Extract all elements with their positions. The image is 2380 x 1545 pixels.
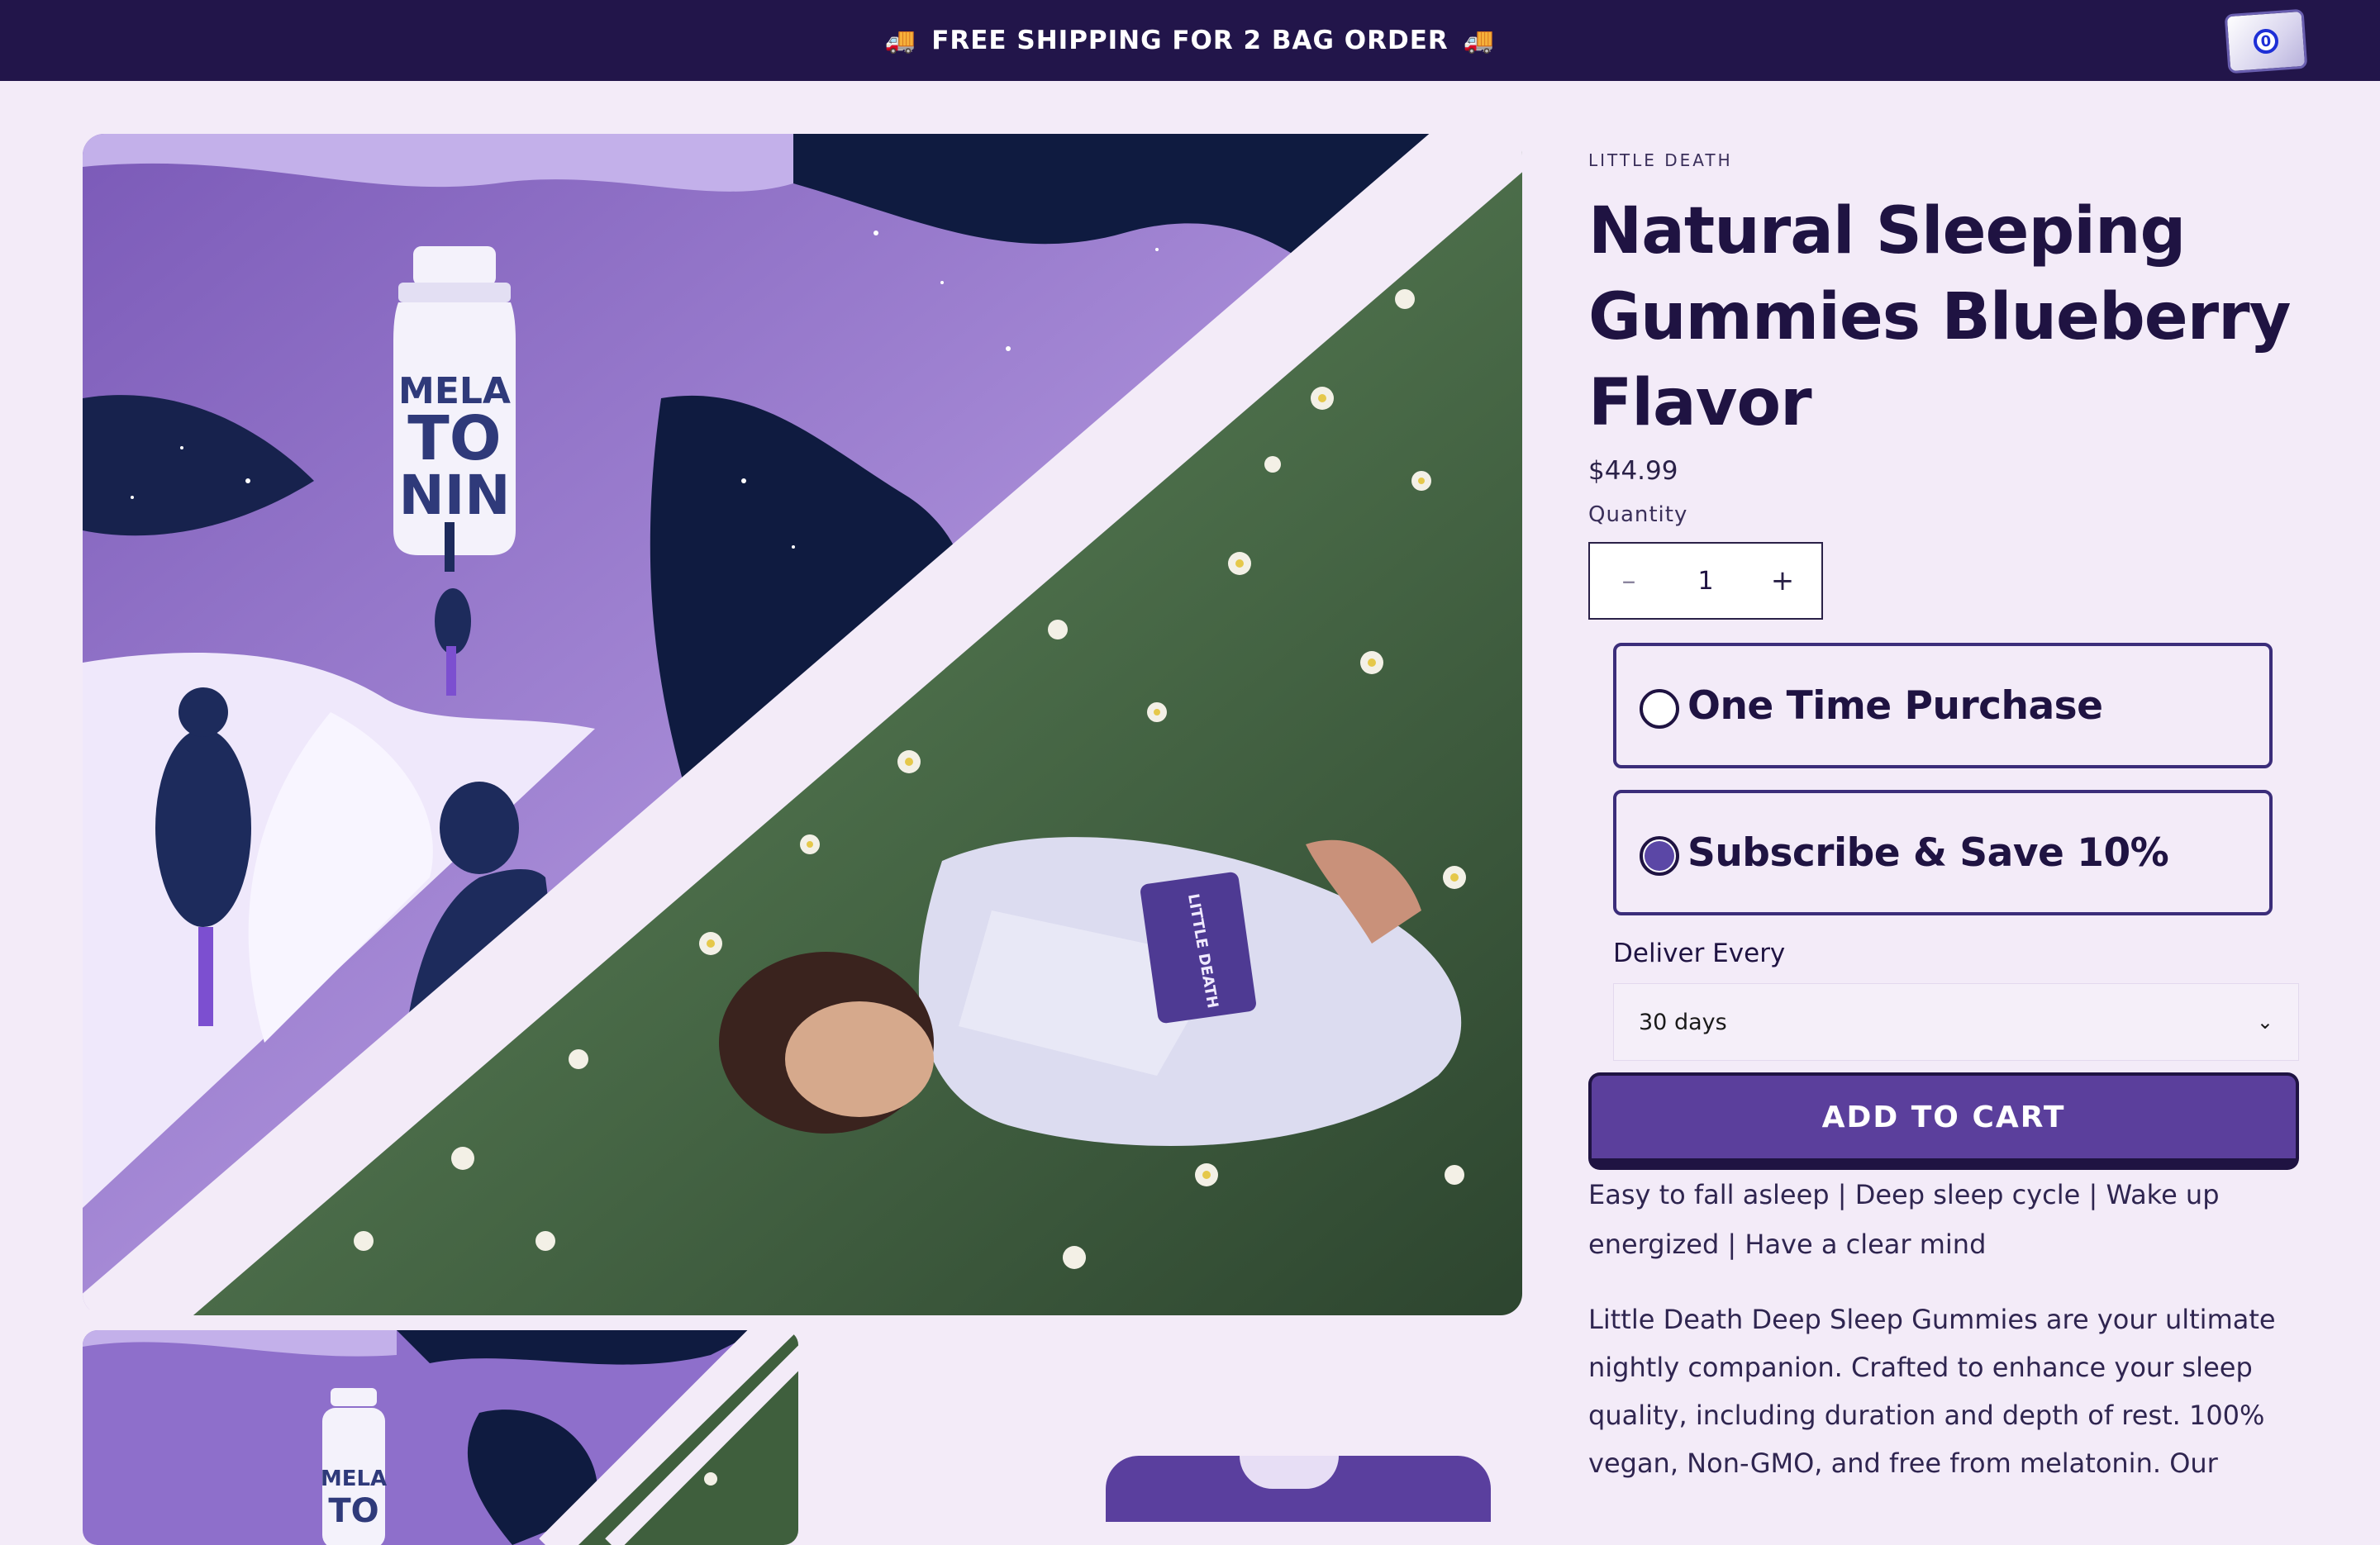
bottle-label-line-3: NIN bbox=[398, 464, 510, 527]
cart-count-badge: 0 bbox=[2252, 27, 2280, 55]
product-main-image[interactable]: MELA TO NIN LITTLE DEATH bbox=[83, 134, 1522, 1315]
quantity-decrease-button[interactable]: – bbox=[1590, 544, 1668, 618]
product-price: $44.99 bbox=[1588, 456, 1678, 486]
thumbnail-illustration: MELA TO bbox=[83, 1330, 798, 1545]
product-info: LITTLE DEATH Natural Sleeping Gummies Bl… bbox=[1588, 140, 2299, 1479]
deliver-every-label: Deliver Every bbox=[1613, 939, 1786, 968]
cart-button[interactable]: 0 bbox=[2224, 8, 2308, 74]
deliver-frequency-select[interactable]: 30 days ⌄ bbox=[1613, 983, 2299, 1061]
truck-icon: 🚚 bbox=[884, 26, 917, 55]
quantity-increase-button[interactable]: + bbox=[1744, 544, 1821, 618]
one-time-purchase-option[interactable]: One Time Purchase bbox=[1613, 643, 2273, 768]
product-thumbnail[interactable]: MELA TO bbox=[83, 1330, 798, 1545]
quantity-stepper: – 1 + bbox=[1588, 542, 1823, 620]
thumb-label-line-1: MELA bbox=[321, 1467, 387, 1491]
product-illustration: MELA TO NIN LITTLE DEATH bbox=[83, 134, 1522, 1315]
product-benefits: Easy to fall asleep | Deep sleep cycle |… bbox=[1588, 1179, 2220, 1260]
quantity-label: Quantity bbox=[1588, 502, 1688, 527]
radio-dot bbox=[1645, 841, 1674, 871]
radio-selected-icon[interactable] bbox=[1640, 836, 1679, 876]
announcement-text: FREE SHIPPING FOR 2 BAG ORDER bbox=[931, 26, 1449, 55]
chevron-down-icon: ⌄ bbox=[2256, 1010, 2273, 1034]
product-vendor: LITTLE DEATH bbox=[1588, 150, 1733, 170]
announcement-text-row: 🚚 FREE SHIPPING FOR 2 BAG ORDER 🚚 bbox=[885, 26, 1495, 55]
add-to-cart-button[interactable]: ADD TO CART bbox=[1588, 1072, 2299, 1170]
thumb-label-line-2: TO bbox=[328, 1492, 378, 1530]
quantity-input[interactable]: 1 bbox=[1673, 567, 1739, 596]
product-description: Little Death Deep Sleep Gummies are your… bbox=[1588, 1304, 2276, 1479]
one-time-purchase-label: One Time Purchase bbox=[1687, 682, 2103, 729]
product-title: Natural Sleeping Gummies Blueberry Flavo… bbox=[1588, 194, 2291, 440]
subscribe-save-option[interactable]: Subscribe & Save 10% bbox=[1613, 790, 2273, 915]
deliver-frequency-value: 30 days bbox=[1639, 1009, 1727, 1035]
truck-icon: 🚚 bbox=[1463, 26, 1496, 55]
radio-unselected-icon[interactable] bbox=[1640, 689, 1679, 729]
subscribe-save-label: Subscribe & Save 10% bbox=[1687, 830, 2169, 876]
announcement-bar: 🚚 FREE SHIPPING FOR 2 BAG ORDER 🚚 0 bbox=[0, 0, 2380, 81]
